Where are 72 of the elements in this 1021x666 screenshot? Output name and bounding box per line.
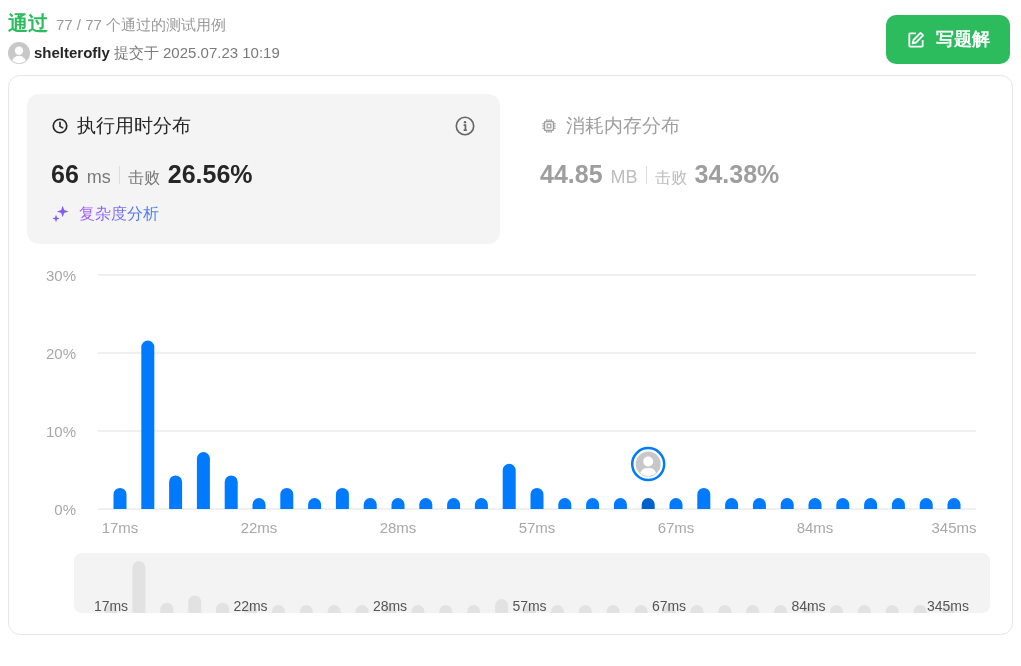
histogram-bar[interactable] <box>141 340 155 509</box>
histogram-bar[interactable] <box>224 474 238 509</box>
histogram-bar[interactable] <box>252 497 266 509</box>
overview-label: 17ms <box>93 597 129 613</box>
user-avatar-marker <box>630 446 666 481</box>
histogram-bar[interactable] <box>697 487 711 509</box>
histogram-bar[interactable] <box>864 497 878 509</box>
test-case-summary: 77 / 77 个通过的测试用例 <box>56 15 227 35</box>
histogram-bar[interactable] <box>586 497 600 509</box>
histogram-bar[interactable] <box>752 497 766 509</box>
clock-icon <box>51 116 69 135</box>
sparkle-icon <box>51 203 71 224</box>
y-axis-label: 20% <box>45 344 76 362</box>
histogram-bar[interactable] <box>725 497 739 509</box>
x-axis-label: 22ms <box>240 518 278 536</box>
chip-icon <box>540 116 558 135</box>
x-axis-label: 57ms <box>518 518 556 536</box>
histogram-bar[interactable] <box>391 497 405 509</box>
metric-tab[interactable]: 执行用时分布 66 ms 击败 26.56% 复杂度分析 <box>27 93 500 244</box>
x-axis-label: 67ms <box>657 518 695 536</box>
y-axis-label: 0% <box>54 500 76 518</box>
overview-label: 345ms <box>927 597 969 613</box>
histogram-bar[interactable] <box>447 497 461 509</box>
metric-title: 执行用时分布 <box>77 113 191 138</box>
beats-percentage: 26.56% <box>167 159 253 190</box>
histogram-bar[interactable] <box>419 497 433 509</box>
overview-label: 22ms <box>233 597 268 613</box>
avatar-icon <box>8 42 30 65</box>
histogram-bar[interactable] <box>669 497 683 509</box>
histogram-bar[interactable] <box>613 497 627 509</box>
histogram-bar[interactable] <box>891 497 905 509</box>
histogram-bar[interactable] <box>474 497 488 509</box>
overview-label: 67ms <box>651 597 687 613</box>
y-axis-label: 30% <box>45 266 76 284</box>
histogram-bar[interactable] <box>169 474 183 509</box>
histogram-bar[interactable] <box>113 487 127 509</box>
beats-label: 击败 <box>654 168 687 188</box>
metric-value: 66 <box>51 159 79 190</box>
histogram-bar[interactable] <box>836 497 850 509</box>
beats-label: 击败 <box>127 168 160 188</box>
histogram-bar[interactable] <box>502 463 516 509</box>
histogram-bar[interactable] <box>919 497 933 509</box>
submission-time: 提交于 2025.07.23 10:19 <box>113 43 280 63</box>
histogram-bar[interactable] <box>308 497 322 509</box>
username-link[interactable]: shelterofly <box>34 42 110 65</box>
edit-icon <box>906 29 926 50</box>
metric-title: 消耗内存分布 <box>566 113 680 138</box>
info-icon <box>454 114 476 137</box>
overview-label: 28ms <box>372 597 408 613</box>
overview-label: 84ms <box>791 597 826 613</box>
metric-unit: MB <box>610 166 638 189</box>
x-axis-label: 28ms <box>379 518 417 536</box>
histogram-bar[interactable] <box>280 487 294 509</box>
histogram-bar[interactable] <box>363 497 377 509</box>
histogram-bar[interactable] <box>780 497 794 509</box>
range-overview[interactable]: 17ms 22ms 28ms 57ms 67ms 84ms 345ms <box>74 552 990 613</box>
status-label: 通过 <box>8 11 48 36</box>
x-axis-label: 345ms <box>931 518 977 536</box>
metric-value: 44.85 <box>540 159 603 190</box>
histogram-bar[interactable] <box>947 497 961 509</box>
histogram-bar[interactable] <box>196 451 210 509</box>
metric-unit: ms <box>86 166 111 189</box>
overview-label: 57ms <box>512 597 547 613</box>
y-axis-label: 10% <box>45 422 76 440</box>
histogram-bar[interactable] <box>808 497 822 509</box>
histogram-bar[interactable] <box>335 487 349 509</box>
x-axis-label: 17ms <box>101 518 139 536</box>
histogram-bar[interactable] <box>530 487 544 509</box>
beats-percentage: 34.38% <box>694 159 780 190</box>
x-axis-label: 84ms <box>796 518 834 536</box>
histogram-bar[interactable] <box>641 497 655 509</box>
histogram-bar[interactable] <box>558 497 572 509</box>
